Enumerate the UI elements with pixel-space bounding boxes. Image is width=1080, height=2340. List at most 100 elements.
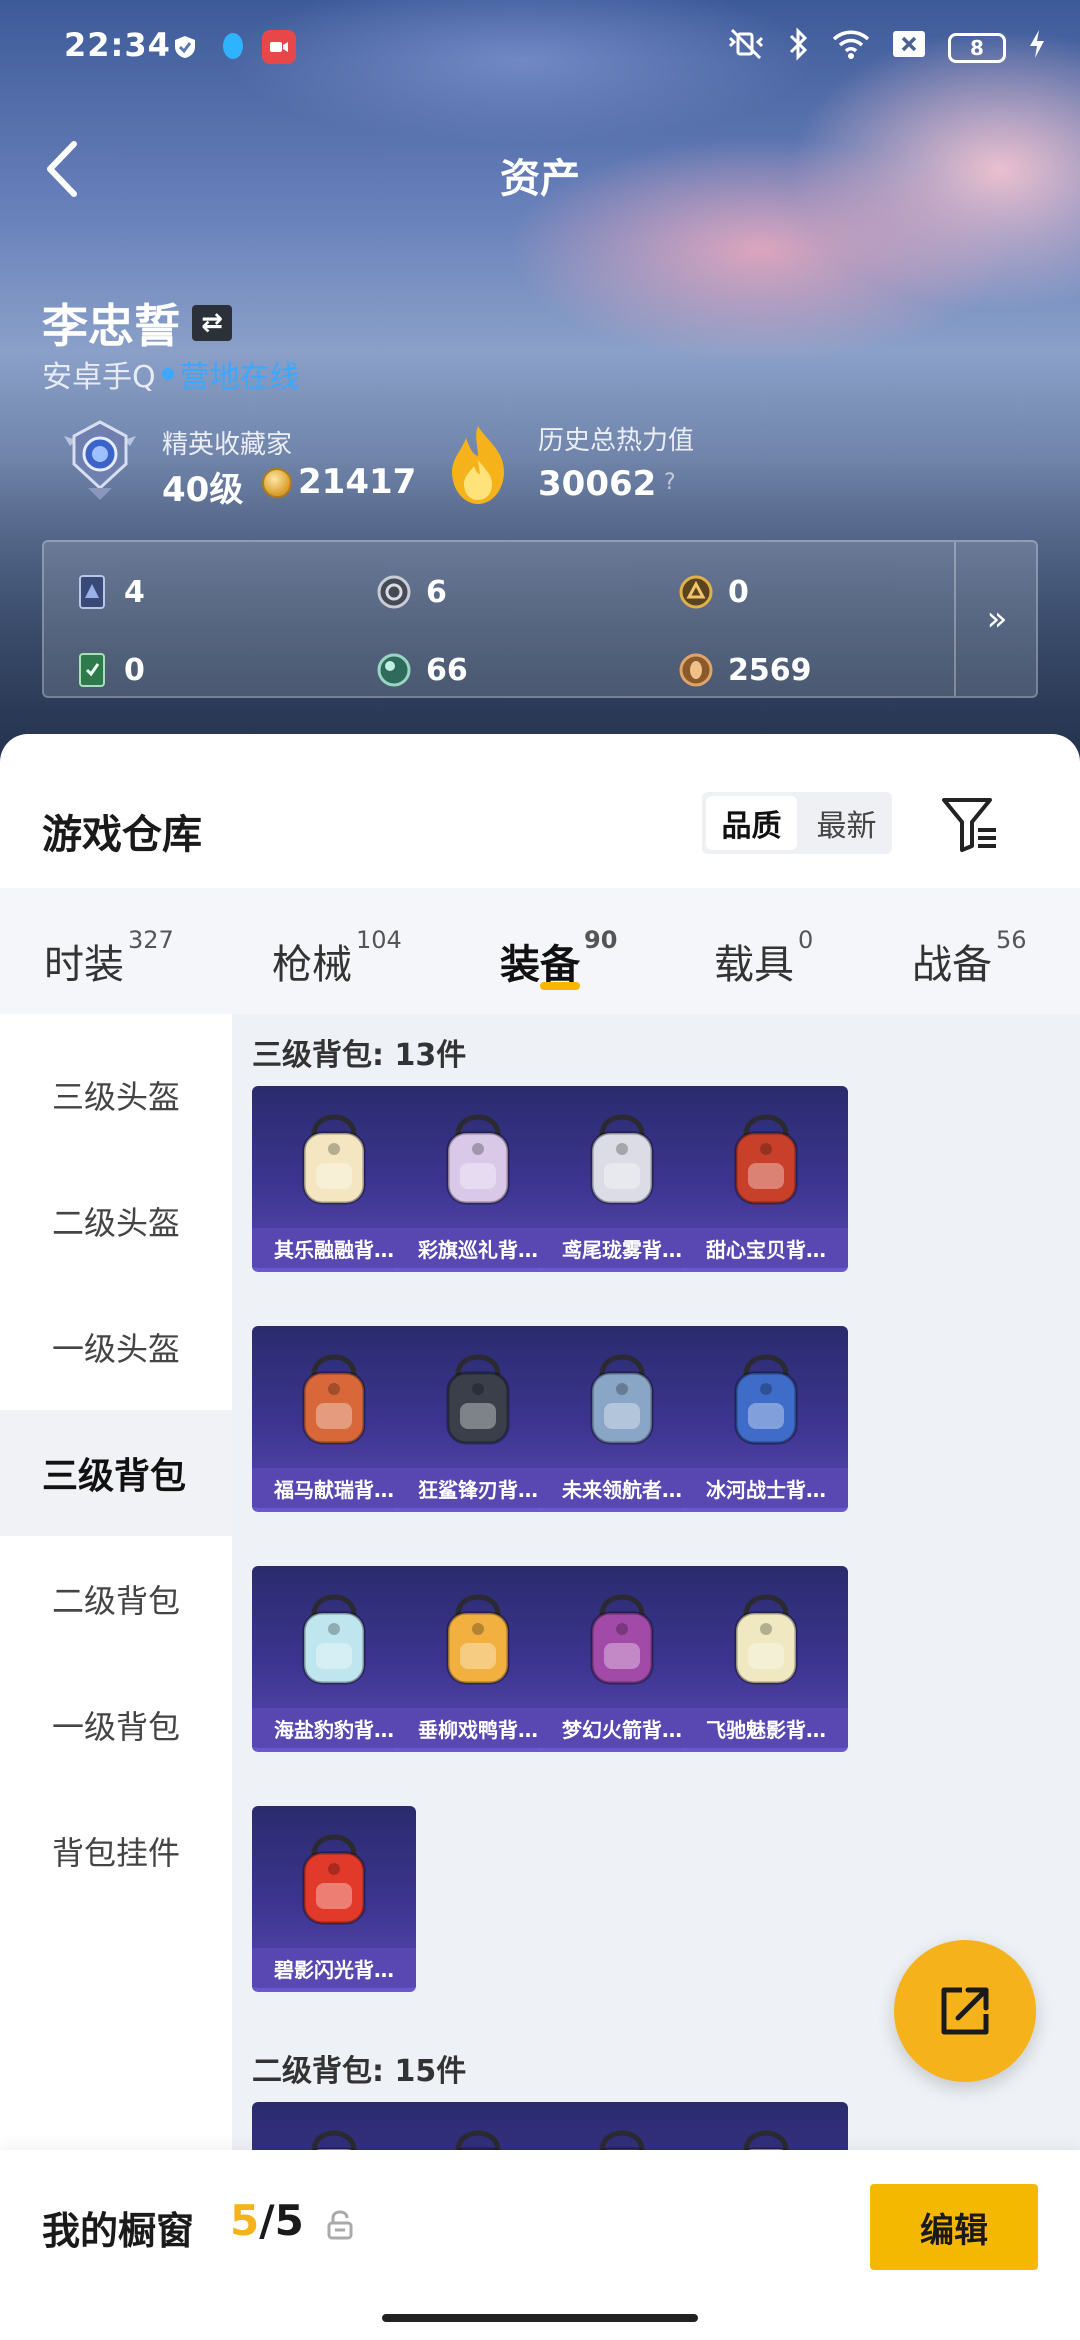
item-card[interactable] — [684, 2102, 848, 2150]
backpack-icon — [252, 1086, 416, 1228]
sort-latest-button[interactable]: 最新 — [801, 792, 892, 854]
help-icon[interactable]: ? — [664, 470, 676, 495]
sort-quality-button[interactable]: 品质 — [706, 796, 797, 850]
item-name: 梦幻火箭背… — [540, 1708, 704, 1748]
backpack-icon — [540, 1566, 704, 1708]
currency-panel[interactable]: 4 6 0 0 66 2569 » — [42, 540, 1038, 698]
item-card[interactable]: 碧影闪光背… — [252, 1806, 416, 1992]
stat-value: 0 — [124, 652, 145, 688]
subcategory-nav: 三级头盔 二级头盔 一级头盔 三级背包 二级背包 一级背包 背包挂件 — [0, 1014, 232, 2150]
more-currency-button[interactable]: » — [956, 542, 1038, 696]
nav-item-active[interactable]: 三级背包 — [0, 1410, 232, 1536]
tab-count: 56 — [996, 925, 1027, 954]
showcase-total: /5 — [259, 2196, 304, 2245]
video-notification-icon — [262, 30, 296, 64]
backpack-icon — [396, 2102, 560, 2150]
status-time: 22:34 — [64, 26, 171, 64]
backpack-icon — [540, 1086, 704, 1228]
nav-item[interactable]: 二级头盔 — [0, 1158, 232, 1284]
item-name: 碧影闪光背… — [252, 1948, 416, 1988]
item-card[interactable] — [252, 2102, 416, 2150]
stat-value: 2569 — [728, 652, 812, 688]
item-card[interactable]: 梦幻火箭背… — [540, 1566, 704, 1752]
nav-item[interactable]: 二级背包 — [0, 1536, 232, 1662]
home-indicator[interactable] — [382, 2314, 698, 2322]
tab-count: 90 — [584, 925, 618, 954]
stat-ticket: 0 — [74, 652, 145, 688]
item-name: 冰河战士背… — [684, 1468, 848, 1508]
share-button[interactable] — [894, 1940, 1036, 2082]
status-bar: 22:34 8 — [0, 0, 1080, 96]
stat-card: 4 — [74, 574, 145, 610]
item-card[interactable]: 彩旗巡礼背… — [396, 1086, 560, 1272]
item-name: 福马献瑞背… — [252, 1468, 416, 1508]
item-name: 彩旗巡礼背… — [396, 1228, 560, 1268]
wifi-icon — [832, 29, 870, 67]
green-ticket-icon — [74, 652, 110, 688]
item-name: 海盐豹豹背… — [252, 1708, 416, 1748]
item-card[interactable]: 福马献瑞背… — [252, 1326, 416, 1512]
double-chevron-right-icon: » — [986, 599, 1008, 639]
bronze-coin-icon — [678, 652, 714, 688]
tab-count: 327 — [128, 925, 174, 954]
item-card[interactable]: 鸢尾珑雾背… — [540, 1086, 704, 1272]
rank-points: 21417 — [298, 462, 417, 502]
item-card[interactable]: 其乐融融背… — [252, 1086, 416, 1272]
heat-value: 30062 — [538, 464, 657, 504]
heat-label: 历史总热力值 — [538, 426, 695, 456]
item-name: 未来领航者… — [540, 1468, 704, 1508]
stat-silver: 6 — [376, 574, 447, 610]
backpack-icon — [396, 1326, 560, 1468]
filter-icon — [942, 798, 996, 852]
nav-item[interactable]: 三级头盔 — [0, 1032, 232, 1158]
item-card[interactable]: 垂柳戏鸭背… — [396, 1566, 560, 1752]
item-name: 飞驰魅影背… — [684, 1708, 848, 1748]
orb-icon — [376, 652, 412, 688]
edit-button[interactable]: 编辑 — [870, 2184, 1038, 2270]
tab-label: 枪械 — [272, 942, 352, 988]
qq-notification-icon — [216, 30, 250, 64]
tab-supplies[interactable]: 战备56 — [912, 926, 1027, 990]
backpack-icon — [684, 1086, 848, 1228]
item-card[interactable]: 狂鲨锋刃背… — [396, 1326, 560, 1512]
tab-vehicles[interactable]: 载具0 — [714, 926, 813, 990]
item-card[interactable]: 冰河战士背… — [684, 1326, 848, 1512]
showcase-bar: 我的橱窗 5/5 编辑 — [0, 2150, 1080, 2340]
collector-medal-icon[interactable] — [62, 418, 138, 502]
switch-account-icon[interactable]: ⇄ — [192, 305, 232, 341]
item-card[interactable] — [540, 2102, 704, 2150]
lock-icon — [327, 2210, 353, 2240]
showcase-count: 5/5 — [230, 2196, 304, 2245]
online-status: 营地在线 — [179, 360, 300, 395]
item-card[interactable]: 未来领航者… — [540, 1326, 704, 1512]
nav-item[interactable]: 一级头盔 — [0, 1284, 232, 1410]
card-icon — [74, 574, 110, 610]
backpack-icon — [252, 1566, 416, 1708]
tab-guns[interactable]: 枪械104 — [272, 926, 402, 990]
backpack-icon — [684, 1326, 848, 1468]
item-card[interactable]: 飞驰魅影背… — [684, 1566, 848, 1752]
rank-level: 40级 — [162, 470, 244, 510]
mute-vibrate-icon — [726, 28, 766, 68]
silver-coin-icon — [376, 574, 412, 610]
stat-value: 0 — [728, 574, 749, 610]
stat-value: 6 — [426, 574, 447, 610]
filter-button[interactable] — [940, 796, 1000, 854]
backpack-icon — [684, 1566, 848, 1708]
stat-value: 66 — [426, 652, 468, 688]
warehouse-panel: 游戏仓库 品质 最新 时装327 枪械104 装备90 载具0 战备56 三级头… — [0, 734, 1080, 2150]
backpack-icon — [252, 2102, 416, 2150]
nav-item[interactable]: 一级背包 — [0, 1662, 232, 1788]
section-title: 三级背包: 13件 — [252, 1038, 467, 1073]
item-card[interactable]: 海盐豹豹背… — [252, 1566, 416, 1752]
section-title: 二级背包: 15件 — [252, 2054, 467, 2089]
item-name: 其乐融融背… — [252, 1228, 416, 1268]
nav-item[interactable]: 背包挂件 — [0, 1788, 232, 1914]
item-card[interactable] — [396, 2102, 560, 2150]
user-name-row: 李忠誓 ⇄ — [42, 290, 232, 356]
item-card[interactable]: 甜心宝贝背… — [684, 1086, 848, 1272]
charging-icon — [1028, 29, 1046, 67]
gold-coin-icon — [678, 574, 714, 610]
user-platform-row: 安卓手Q 营地在线 — [42, 352, 300, 396]
tab-fashion[interactable]: 时装327 — [44, 926, 174, 990]
